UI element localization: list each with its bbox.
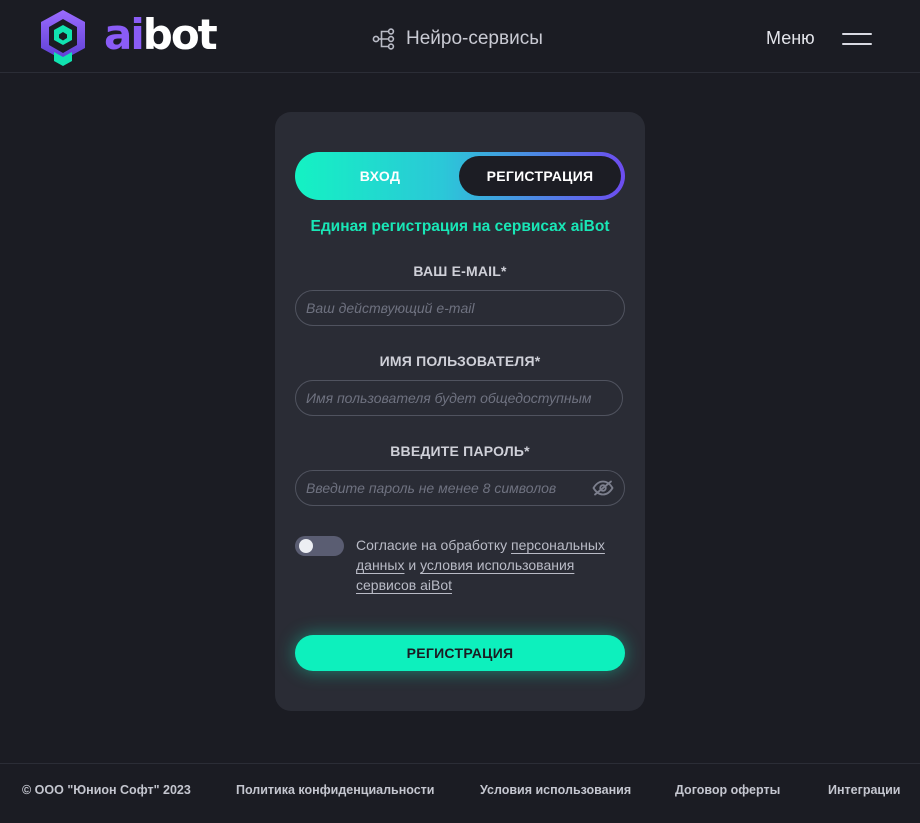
footer-link-terms[interactable]: Условия использования — [480, 783, 631, 797]
neuro-services-link[interactable]: Нейро-сервисы — [372, 28, 543, 50]
tab-register[interactable]: РЕГИСТРАЦИЯ — [459, 156, 621, 196]
consent-text-start: Согласие на обработку — [356, 537, 512, 553]
logo-hexagon-icon — [41, 10, 85, 66]
password-field[interactable] — [306, 480, 586, 496]
password-label: ВВЕДИТЕ ПАРОЛЬ* — [390, 443, 530, 459]
email-label: ВАШ E-MAIL* — [413, 263, 507, 279]
logo[interactable]: aibot — [38, 8, 218, 66]
logo-wordmark-ai: ai — [104, 10, 145, 59]
register-submit-button[interactable]: РЕГИСТРАЦИЯ — [295, 635, 625, 671]
network-nodes-icon — [372, 28, 395, 50]
username-field[interactable] — [306, 390, 612, 406]
logo-wordmark: aibot — [104, 14, 218, 56]
email-field[interactable] — [306, 300, 614, 316]
username-field-wrapper — [295, 380, 623, 416]
menu-label: Меню — [766, 28, 815, 48]
hamburger-icon — [841, 32, 872, 45]
menu-button[interactable]: Меню — [766, 28, 872, 49]
email-field-wrapper — [295, 290, 625, 326]
footer-copyright: © ООО "Юнион Софт" 2023 — [22, 783, 191, 797]
eye-slash-icon[interactable] — [592, 480, 614, 496]
registration-subtitle: Единая регистрация на сервисах aiBot — [310, 218, 610, 235]
footer-link-privacy[interactable]: Политика конфиденциальности — [236, 783, 434, 797]
auth-mode-switcher: ВХОД РЕГИСТРАЦИЯ — [295, 152, 625, 200]
consent-toggle[interactable] — [295, 536, 344, 556]
consent-text-and: и — [404, 557, 421, 573]
site-footer: © ООО "Юнион Софт" 2023 Политика конфиде… — [0, 763, 920, 823]
footer-link-offer[interactable]: Договор оферты — [675, 783, 780, 797]
site-header: aibot Нейро-сервисы Меню — [0, 0, 920, 73]
toggle-knob — [299, 539, 313, 553]
neuro-services-label: Нейро-сервисы — [406, 28, 543, 49]
password-field-wrapper — [295, 470, 625, 506]
tab-login[interactable]: ВХОД — [299, 156, 461, 196]
logo-wordmark-bot: bot — [142, 10, 218, 59]
consent-text: Согласие на обработку персональных данны… — [356, 535, 628, 595]
registration-card: ВХОД РЕГИСТРАЦИЯ Единая регистрация на с… — [275, 112, 645, 711]
username-label: ИМЯ ПОЛЬЗОВАТЕЛЯ* — [379, 353, 541, 369]
footer-link-integrations[interactable]: Интеграции — [828, 783, 900, 797]
